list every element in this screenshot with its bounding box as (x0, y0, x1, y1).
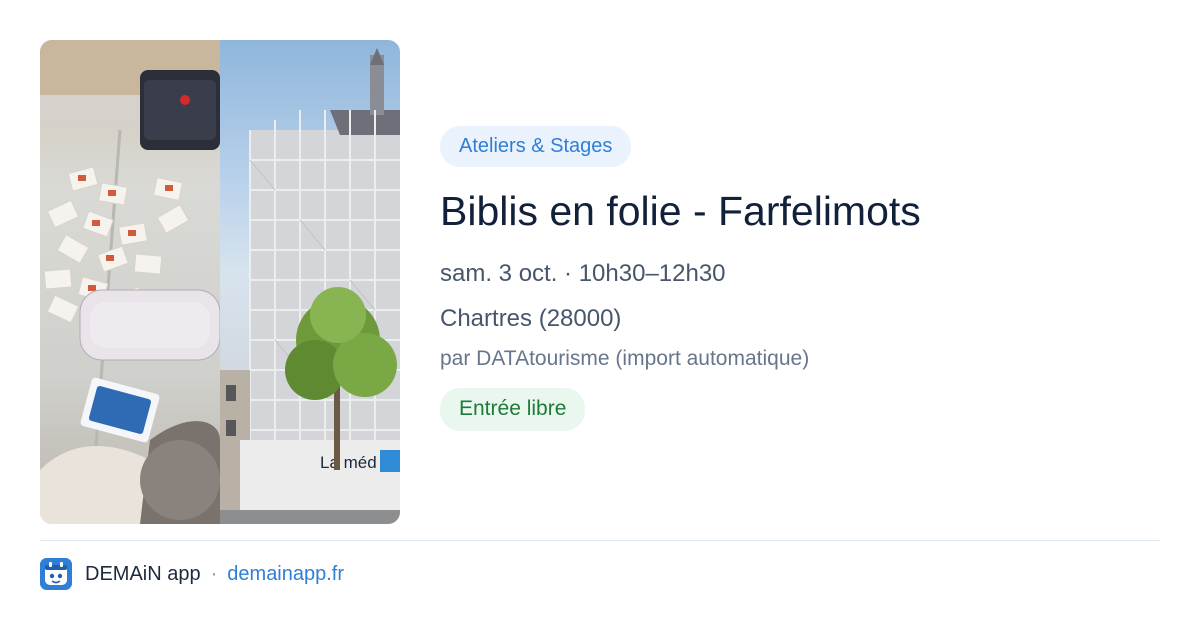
demain-app-icon (40, 558, 72, 590)
event-image: La méd (40, 40, 400, 524)
footer-divider (40, 540, 1160, 541)
category-badge[interactable]: Ateliers & Stages (440, 126, 632, 167)
price-badge: Entrée libre (440, 388, 586, 431)
app-domain-link[interactable]: demainapp.fr (227, 563, 344, 586)
event-source: par DATAtourisme (import automatique) (440, 347, 810, 370)
footer: DEMAiN app · demainapp.fr (40, 558, 344, 590)
app-name: DEMAiN app (85, 562, 201, 585)
footer-separator: · (210, 562, 218, 585)
event-location: Chartres (28000) (440, 305, 622, 332)
event-title: Biblis en folie - Farfelimots (440, 188, 921, 234)
building-sign: La méd (320, 453, 377, 472)
mediatheque-photo: La méd (220, 40, 400, 524)
event-details: Ateliers & Stages Biblis en folie - Farf… (440, 126, 1160, 431)
event-datetime: sam. 3 oct. · 10h30–12h30 (440, 260, 726, 287)
card-game-photo (40, 40, 220, 524)
